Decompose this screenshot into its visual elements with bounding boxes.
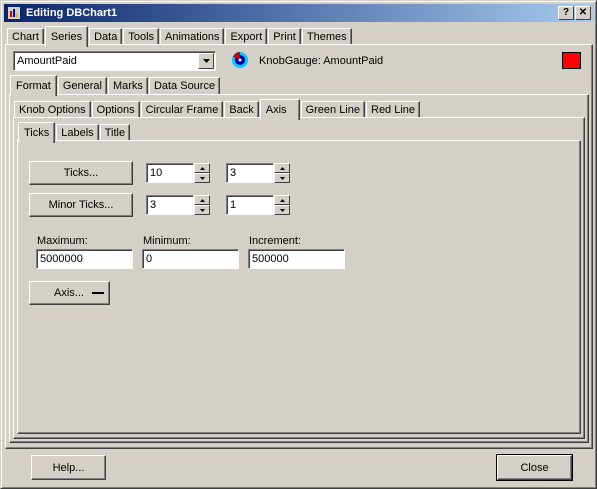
maximum-label: Maximum: [37, 235, 88, 247]
minor-ticks-length-field[interactable]: 3 [146, 195, 194, 215]
spin-down-icon[interactable] [194, 173, 210, 183]
tab-format[interactable]: Format [10, 75, 57, 96]
series-combo[interactable]: AmountPaid [13, 51, 216, 71]
spin-down-icon[interactable] [274, 173, 290, 183]
editor-window: Editing DBChart1 ? ✕ Chart Series Data T… [0, 0, 597, 489]
ticks-button[interactable]: Ticks... [29, 161, 133, 185]
tab-series[interactable]: Series [44, 26, 89, 47]
series-type-label: KnobGauge: AmountPaid [259, 55, 384, 67]
ticks-inner-value: 3 [230, 167, 237, 179]
window-title: Editing DBChart1 [26, 7, 118, 19]
series-combo-dropdown-button[interactable] [198, 53, 214, 69]
tab-axis[interactable]: Axis [259, 99, 300, 120]
tab-ticks[interactable]: Ticks [18, 122, 56, 143]
tab-data-source[interactable]: Data Source [148, 77, 221, 95]
spin-up-icon[interactable] [194, 163, 210, 173]
minor-ticks-count-spinner[interactable] [274, 195, 290, 215]
teechart-app-icon [6, 5, 22, 21]
help-button[interactable]: Help... [31, 455, 106, 480]
minor-ticks-length-value: 3 [150, 199, 157, 211]
spin-up-icon[interactable] [274, 163, 290, 173]
minor-ticks-button[interactable]: Minor Ticks... [29, 193, 133, 217]
spin-up-icon[interactable] [194, 195, 210, 205]
ticks-inner-spinner[interactable] [274, 163, 290, 183]
spin-down-icon[interactable] [194, 205, 210, 215]
spin-down-icon[interactable] [274, 205, 290, 215]
knob-gauge-icon [231, 51, 249, 69]
spin-up-icon[interactable] [274, 195, 290, 205]
series-color-swatch[interactable] [562, 52, 581, 69]
minimum-field[interactable]: 0 [142, 249, 239, 269]
chevron-down-icon [202, 59, 210, 63]
increment-label: Increment: [249, 235, 301, 247]
ticks-length-spinner[interactable] [194, 163, 210, 183]
tab-general[interactable]: General [57, 77, 107, 95]
minimum-value: 0 [146, 253, 153, 265]
ticks-length-value: 10 [150, 167, 163, 179]
axis-tab-row: Ticks Labels Title [18, 121, 131, 143]
minor-ticks-count-field[interactable]: 1 [226, 195, 274, 215]
series-tab-row: Format General Marks Data Source [10, 74, 221, 96]
axis-pen-button[interactable]: Axis... [29, 281, 110, 305]
main-tab-row: Chart Series Data Tools Animations Expor… [7, 25, 353, 47]
tab-marks[interactable]: Marks [107, 77, 148, 95]
maximum-field[interactable]: 5000000 [36, 249, 133, 269]
ticks-length-field[interactable]: 10 [146, 163, 194, 183]
minimum-label: Minimum: [143, 235, 191, 247]
increment-field[interactable]: 500000 [248, 249, 345, 269]
series-combo-value: AmountPaid [17, 55, 77, 67]
close-window-button[interactable]: ✕ [575, 6, 591, 20]
close-button[interactable]: Close [496, 454, 573, 481]
pen-line-icon [91, 292, 104, 294]
minor-ticks-length-spinner[interactable] [194, 195, 210, 215]
axis-pen-button-label: Axis... [54, 287, 84, 299]
ticks-inner-field[interactable]: 3 [226, 163, 274, 183]
context-help-button[interactable]: ? [558, 6, 574, 20]
maximum-value: 5000000 [40, 253, 83, 265]
title-bar[interactable]: Editing DBChart1 ? ✕ [4, 4, 594, 22]
minor-ticks-count-value: 1 [230, 199, 237, 211]
format-tab-row: Knob Options Options Circular Frame Back… [14, 98, 421, 120]
increment-value: 500000 [252, 253, 289, 265]
